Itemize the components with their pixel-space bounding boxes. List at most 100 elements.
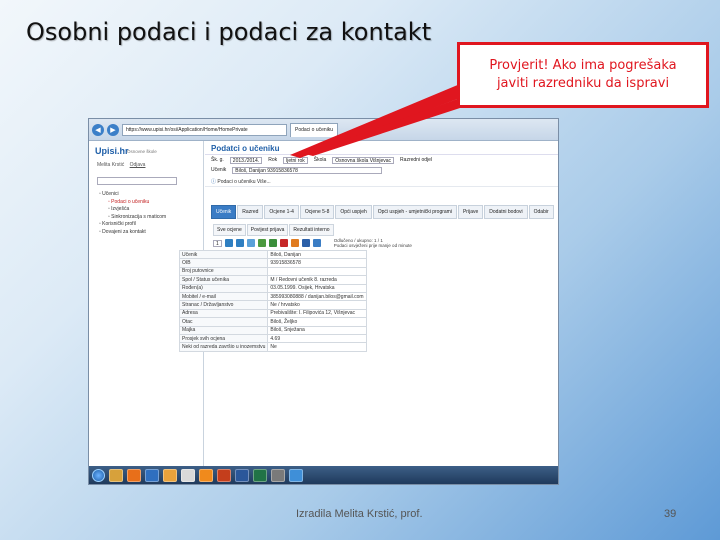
- row-key: Rođen(a): [178, 283, 269, 293]
- page-select[interactable]: 1: [213, 239, 222, 247]
- row-value: Biloš, Danijan: [267, 249, 367, 260]
- chrome-icon[interactable]: [181, 468, 195, 482]
- tree-item[interactable]: ▫ Korisnički profil: [99, 221, 166, 229]
- filter-clear-icon[interactable]: [235, 239, 244, 247]
- table-row: Mobitel / e-mail 385993080888 / danijan.b…: [178, 291, 367, 302]
- print-icon[interactable]: [312, 239, 321, 247]
- subtab-rezultati[interactable]: Rezultati interno: [289, 224, 334, 236]
- tab-ocjene-5-8[interactable]: Ocjene 5-8: [299, 205, 335, 219]
- nav-tree: ▫ Učenici ▫ Podaci o učeniku ▫ Izvješća …: [99, 191, 166, 236]
- tree-item[interactable]: ▫ Dovajeni za kontakt: [99, 229, 166, 237]
- ie-icon[interactable]: [145, 468, 159, 482]
- callout-box: Provjerit! Ako ima pogrešaka javiti razr…: [457, 42, 709, 108]
- callout-line-2: javiti razredniku da ispravi: [496, 75, 670, 91]
- nav-search-input[interactable]: [97, 177, 177, 185]
- row-key: Učenik: [178, 249, 269, 260]
- filter-icon[interactable]: [224, 239, 233, 247]
- student-row: Učenik Biloš, Danijan 93915836578: [205, 165, 558, 175]
- word-icon[interactable]: [301, 239, 310, 247]
- word-app-icon[interactable]: [235, 468, 249, 482]
- back-arrow-icon[interactable]: ◀: [92, 123, 104, 136]
- table-row: Stranac / Državljanstvo Ne / hrvatsko: [178, 300, 367, 310]
- tab-odabir[interactable]: Odabir: [528, 205, 554, 219]
- explorer-icon[interactable]: [109, 468, 123, 482]
- callout-line-1: Provjerit! Ako ima pogrešaka: [489, 58, 677, 73]
- refresh-icon[interactable]: [257, 239, 266, 247]
- main-title: Podatci o učeniku: [205, 141, 558, 155]
- media-icon[interactable]: [127, 468, 141, 482]
- sub-tabs: Sve ocjene Povijest prijava Rezultati in…: [213, 224, 334, 236]
- tab-dodatni-bodovi[interactable]: Dodatni bodovi: [484, 205, 528, 219]
- table-row: Spol / Status učenika M / Redovni učenik …: [178, 275, 367, 285]
- tree-item-selected[interactable]: ▫ Podaci o učeniku: [99, 199, 166, 207]
- browser-tab[interactable]: Podaci o učeniku: [290, 122, 339, 137]
- application-screenshot: ◀ ▶ https://www.upisi.hr/osi/Application…: [88, 118, 559, 485]
- logout-link[interactable]: Odjava: [130, 162, 146, 168]
- table-row: OIB 93915836578: [178, 258, 367, 268]
- row-value: 385993080888 / danijan.bilos@gmail.com: [267, 291, 367, 302]
- table-row: Prosjek svih ocjena 4.69: [178, 333, 367, 344]
- grid-toolbar: 1 Odlučeno / ukupno: 1 / 1 Podaci osvjež…: [213, 236, 553, 250]
- tab-ocjene-1-4[interactable]: Ocjene 1-4: [264, 205, 299, 219]
- info-line: ⓘ Podaci o učeniku Više...: [205, 175, 558, 187]
- row-key: Adresa: [178, 308, 269, 319]
- row-key: Majka: [178, 325, 269, 335]
- table-row: Majka Biloš, Snježana: [178, 325, 367, 335]
- windows-start-icon[interactable]: [92, 468, 105, 482]
- row-value: 93915836578: [267, 258, 367, 268]
- school-select[interactable]: Osnovna škola Višnjevac: [332, 157, 395, 164]
- row-value: Ne: [267, 342, 367, 352]
- forward-arrow-icon[interactable]: ▶: [107, 123, 119, 136]
- tab-razred[interactable]: Razred: [237, 205, 264, 219]
- row-value: [267, 266, 367, 277]
- table-row: Adresa Prebivalište: I. Filipovića 12, Vi…: [178, 308, 367, 319]
- footer-author: Izradila Melita Krstić, prof.: [296, 508, 423, 520]
- tree-item[interactable]: ▫ Učenici: [99, 191, 166, 199]
- row-key: OIB: [178, 258, 269, 268]
- year-select[interactable]: 2013./2014.: [229, 157, 263, 164]
- row-key: Mobitel / e-mail: [178, 291, 269, 302]
- app-icon[interactable]: [271, 468, 285, 482]
- main-tabs: Učenik Razred Ocjene 1-4 Ocjene 5-8 Opći…: [211, 205, 554, 219]
- page-number: 39: [664, 508, 677, 520]
- row-key: Neki od razreda završio u inozemstvu: [178, 342, 269, 352]
- firefox-icon[interactable]: [163, 468, 177, 482]
- row-value: Prebivalište: I. Filipovića 12, Višnjeva…: [267, 308, 367, 319]
- sort-icon[interactable]: [246, 239, 255, 247]
- powerpoint-icon[interactable]: [217, 468, 231, 482]
- pdf-icon[interactable]: [279, 239, 288, 247]
- export-icon[interactable]: [290, 239, 299, 247]
- logo-subtitle: Osnovne škole: [127, 149, 157, 154]
- app-icon-2[interactable]: [289, 468, 303, 482]
- table-row: Rođen(a) 03.05.1999. Osijek, Hrvatska: [178, 283, 367, 293]
- tab-opci-uspjeh[interactable]: Opći uspjeh: [335, 205, 372, 219]
- row-value: 4.69: [267, 333, 367, 344]
- vlc-icon[interactable]: [199, 468, 213, 482]
- table-row: Neki od razreda završio u inozemstvu Ne: [178, 342, 367, 352]
- user-line: Melita Krstić Odjava: [97, 162, 145, 168]
- tab-ucenik[interactable]: Učenik: [211, 205, 237, 219]
- pager-info: Odlučeno / ukupno: 1 / 1 Podaci osvježen…: [333, 237, 412, 249]
- student-details-table: Učenik Biloš, Danijan OIB 93915836578 Broj p…: [178, 249, 367, 352]
- subtab-sve-ocjene[interactable]: Sve ocjene: [213, 224, 246, 236]
- table-row: Otac Biloš, Željko: [178, 317, 367, 327]
- round-select[interactable]: ljetni rok: [283, 157, 308, 164]
- excel-icon[interactable]: [268, 239, 277, 247]
- excel-app-icon[interactable]: [253, 468, 267, 482]
- tree-item[interactable]: ▫ Sinkronizacija s maticom: [99, 214, 166, 222]
- tab-prijave[interactable]: Prijave: [457, 205, 484, 219]
- student-select[interactable]: Biloš, Danijan 93915836578: [232, 167, 383, 174]
- row-key: Prosjek svih ocjena: [178, 333, 269, 344]
- subtab-povijest[interactable]: Povijest prijava: [246, 224, 289, 236]
- row-value: Ne / hrvatsko: [267, 300, 367, 310]
- browser-toolbar: ◀ ▶ https://www.upisi.hr/osi/Application…: [89, 119, 558, 141]
- filter-row: Šk. g. 2013./2014. Rok ljetni rok Škola …: [211, 157, 433, 164]
- upisi-logo[interactable]: Upisi.hr: [95, 146, 129, 156]
- tree-item[interactable]: ▫ Izvješća: [99, 206, 166, 214]
- address-bar[interactable]: https://www.upisi.hr/osi/Application/Hom…: [122, 123, 287, 136]
- tab-umjetnicki[interactable]: Opći uspjeh - umjetnički programi: [372, 205, 457, 219]
- row-key: Stranac / Državljanstvo: [178, 300, 269, 310]
- row-key: Broj putovnice: [178, 266, 269, 277]
- user-name: Melita Krstić: [97, 162, 125, 168]
- row-key: Spol / Status učenika: [178, 275, 269, 285]
